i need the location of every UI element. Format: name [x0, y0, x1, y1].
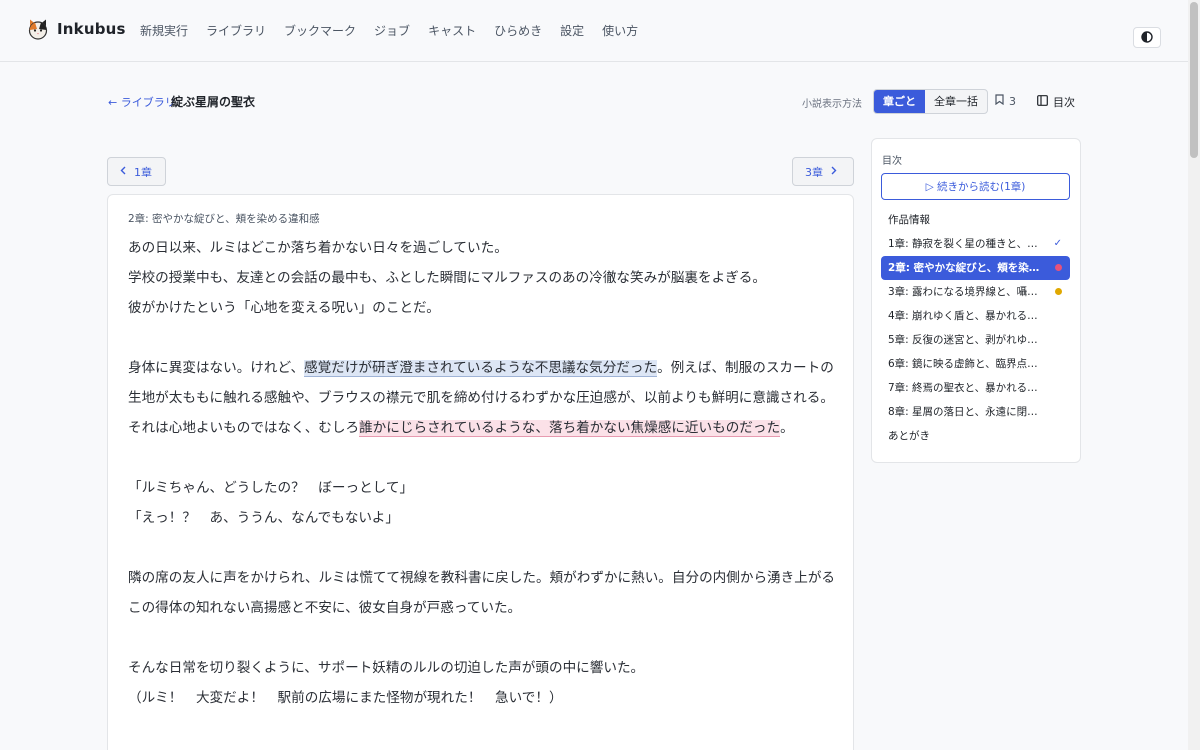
top-bar: Inkubus 新規実行 ライブラリ ブックマーク ジョブ キャスト ひらめき …	[0, 0, 1188, 62]
toc-panel-icon	[1037, 95, 1048, 109]
bookmark-icon	[995, 94, 1004, 108]
by-chapter-button[interactable]: 章ごと	[874, 90, 925, 113]
toc-item-chapter-3[interactable]: 3章: 露わになる境界線と、囁かれ…	[881, 280, 1070, 304]
toc-item-label: 8章: 星屑の落日と、永遠に閉ざされ…	[888, 406, 1040, 418]
paragraph-1: あの日以来、ルミはどこか落ち着かない日々を過ごしていた。 学校の授業中も、友達と…	[128, 233, 836, 323]
toc-toggle-label: 目次	[1053, 96, 1075, 109]
nav-bookmarks[interactable]: ブックマーク	[284, 22, 356, 39]
toc-item-work-info[interactable]: 作品情報	[881, 208, 1070, 232]
toc-item-chapter-8[interactable]: 8章: 星屑の落日と、永遠に閉ざされ…	[881, 400, 1070, 424]
prev-chapter-label: 1章	[134, 165, 152, 179]
highlight-blue[interactable]: 感覚だけが研ぎ澄まされているような不思議な気分だった	[304, 360, 658, 377]
toc-item-label: あとがき	[888, 430, 930, 442]
nav-new-run[interactable]: 新規実行	[140, 22, 188, 39]
chapter-body: あの日以来、ルミはどこか落ち着かない日々を過ごしていた。 学校の授業中も、友達と…	[128, 233, 836, 743]
text-line: 彼がかけたという「心地を変える呪い」のことだ。	[128, 300, 440, 316]
chapter-text-card: 2章: 密やかな綻びと、頬を染める違和感 あの日以来、ルミはどこか落ち着かない日…	[107, 194, 854, 750]
display-mode-label: 小説表示方法	[802, 99, 862, 110]
toc-item-chapter-6[interactable]: 6章: 鏡に映る虚飾と、臨界点への誘…	[881, 352, 1070, 376]
toc-item-label: 7章: 終焉の聖衣と、暴かれる最果て…	[888, 382, 1040, 394]
theme-toggle-button[interactable]	[1133, 27, 1161, 48]
toc-panel: 目次 ▷ 続きから読む(1章) 作品情報 1章: 静寂を裂く星の種きと、不… ✓…	[871, 138, 1081, 463]
toc-item-chapter-5[interactable]: 5章: 反復の迷宮と、剥がれゆく矜持	[881, 328, 1070, 352]
next-chapter-label: 3章	[805, 165, 823, 179]
chevron-left-icon	[120, 165, 126, 178]
toc-item-chapter-4[interactable]: 4章: 崩れゆく盾と、暴かれる聖域	[881, 304, 1070, 328]
text-line: そんな日常を切り裂くように、サポート妖精のルルの切迫した声が頭の中に響いた。	[128, 660, 645, 676]
text-span: 。	[780, 420, 794, 436]
nav-jobs[interactable]: ジョブ	[374, 22, 410, 39]
display-mode-toggle: 章ごと 全章一括	[873, 89, 988, 114]
toc-item-label: 5章: 反復の迷宮と、剥がれゆく矜持	[888, 334, 1040, 346]
toc-item-afterword[interactable]: あとがき	[881, 424, 1070, 448]
paragraph-2: 身体に異変はない。けれど、感覚だけが研ぎ澄まされているような不思議な気分だった。…	[128, 353, 836, 443]
contrast-icon	[1141, 28, 1153, 47]
toc-item-chapter-2[interactable]: 2章: 密やかな綻びと、頬を染め…	[881, 256, 1070, 280]
bookmark-count-value: 3	[1009, 94, 1016, 108]
toc-item-label: 3章: 露わになる境界線と、囁かれ…	[888, 286, 1040, 298]
nav-settings[interactable]: 設定	[560, 22, 584, 39]
chevron-right-icon	[831, 165, 837, 178]
back-to-library-link[interactable]: ← ライブラリ	[108, 94, 176, 110]
check-icon: ✓	[1053, 238, 1062, 249]
brand-name: Inkubus	[57, 20, 126, 38]
paragraph-5: そんな日常を切り裂くように、サポート妖精のルルの切迫した声が頭の中に響いた。 （…	[128, 653, 836, 713]
nav-inspiration[interactable]: ひらめき	[494, 22, 542, 39]
prev-chapter-button[interactable]: 1章	[107, 157, 166, 186]
toc-item-chapter-7[interactable]: 7章: 終焉の聖衣と、暴かれる最果て…	[881, 376, 1070, 400]
toc-item-label: 4章: 崩れゆく盾と、暴かれる聖域	[888, 310, 1040, 322]
cat-logo-icon	[27, 18, 49, 40]
all-chapters-button[interactable]: 全章一括	[925, 90, 987, 113]
text-span: 身体に異変はない。けれど、	[128, 360, 305, 376]
text-line: 学校の授業中も、友達との会話の最中も、ふとした瞬間にマルファスのあの冷徹な笑みが…	[128, 270, 766, 286]
toc-item-label: 1章: 静寂を裂く星の種きと、不…	[888, 238, 1040, 250]
toc-title: 目次	[882, 156, 902, 167]
toc-item-label: 6章: 鏡に映る虚飾と、臨界点への誘…	[888, 358, 1040, 370]
dialogue-line: 「えっ！？ あ、ううん、なんでもないよ」	[128, 510, 399, 526]
toc-item-label: 2章: 密やかな綻びと、頬を染め…	[888, 262, 1040, 274]
page-title: 綻ぶ星屑の聖衣	[171, 95, 256, 109]
bookmark-count[interactable]: 3	[995, 94, 1016, 108]
toc-list: 作品情報 1章: 静寂を裂く星の種きと、不… ✓ 2章: 密やかな綻びと、頬を染…	[881, 208, 1070, 448]
bookmark-dot-icon	[1055, 288, 1062, 295]
main-nav: 新規実行 ライブラリ ブックマーク ジョブ キャスト ひらめき 設定 使い方	[140, 22, 638, 39]
nav-help[interactable]: 使い方	[602, 22, 638, 39]
scrollbar-thumb[interactable]	[1190, 2, 1198, 158]
nav-cast[interactable]: キャスト	[428, 22, 476, 39]
current-dot-icon	[1055, 264, 1062, 271]
nav-library[interactable]: ライブラリ	[206, 22, 266, 39]
next-chapter-button[interactable]: 3章	[792, 157, 854, 186]
dialogue-line: 「ルミちゃん、どうしたの？ ぼーっとして」	[128, 480, 414, 496]
toc-item-label: 作品情報	[888, 214, 930, 226]
toc-toggle-button[interactable]: 目次	[1037, 94, 1075, 110]
brand[interactable]: Inkubus	[27, 18, 126, 40]
text-span: 隣の席の友人に声をかけられ、ルミは慌てて視線を教科書に戻した。頬がわずかに熱い。…	[128, 570, 836, 616]
paragraph-3: 「ルミちゃん、どうしたの？ ぼーっとして」 「えっ！？ あ、ううん、なんでもない…	[128, 473, 836, 533]
paragraph-4: 隣の席の友人に声をかけられ、ルミは慌てて視線を教科書に戻した。頬がわずかに熱い。…	[128, 563, 836, 623]
text-line: （ルミ！ 大変だよ！ 駅前の広場にまた怪物が現れた！ 急いで！）	[128, 690, 563, 706]
chapter-heading: 2章: 密やかな綻びと、頬を染める違和感	[128, 213, 320, 225]
toc-item-chapter-1[interactable]: 1章: 静寂を裂く星の種きと、不… ✓	[881, 232, 1070, 256]
page-scrollbar[interactable]	[1188, 0, 1200, 750]
highlight-pink[interactable]: 誰かにじらされているような、落ち着かない焦燥感に近いものだった	[359, 420, 781, 437]
text-line: あの日以来、ルミはどこか落ち着かない日々を過ごしていた。	[128, 240, 508, 256]
continue-reading-button[interactable]: ▷ 続きから読む(1章)	[881, 173, 1070, 200]
